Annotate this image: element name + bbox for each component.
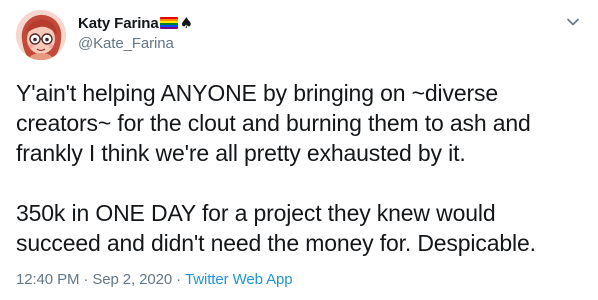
meta-separator: · <box>176 271 182 288</box>
name-row: Katy Farina ♠ <box>78 13 558 33</box>
chevron-down-icon[interactable] <box>566 15 580 29</box>
rainbow-flag-icon <box>159 17 178 29</box>
tweet-source-link[interactable]: Twitter Web App <box>185 271 293 288</box>
avatar[interactable] <box>16 10 66 60</box>
tweet-text: Y'ain't helping ANYONE by bringing on ~d… <box>16 78 582 258</box>
tweet-time[interactable]: 12:40 PM <box>16 271 80 288</box>
avatar-illustration <box>16 10 66 60</box>
tweet-meta: 12:40 PM · Sep 2, 2020 · Twitter Web App <box>16 271 293 288</box>
display-name[interactable]: Katy Farina <box>78 15 159 32</box>
tweet-paragraph-1: Y'ain't helping ANYONE by bringing on ~d… <box>16 80 531 166</box>
meta-separator: · <box>83 271 89 288</box>
tweet-date[interactable]: Sep 2, 2020 <box>92 271 172 288</box>
tweet-header: Katy Farina ♠ @Kate_Farina <box>78 13 558 53</box>
tweet-paragraph-2: 350k in ONE DAY for a project they knew … <box>16 200 536 256</box>
spade-icon: ♠ <box>179 13 194 32</box>
flag-stripe <box>159 27 178 29</box>
tweet-card: Katy Farina ♠ @Kate_Farina Y'ain't helpi… <box>0 0 598 300</box>
user-handle[interactable]: @Kate_Farina <box>78 35 558 52</box>
